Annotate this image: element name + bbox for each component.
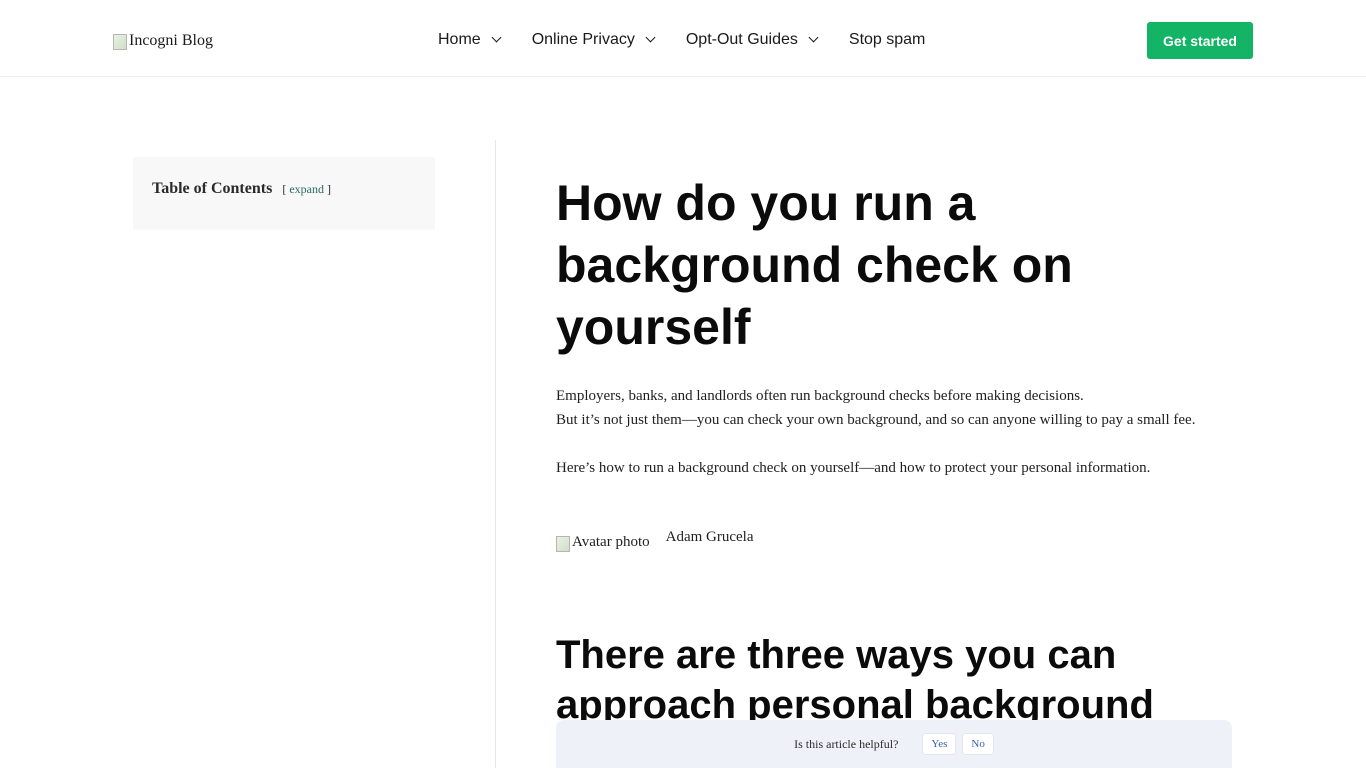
nav-item-label: Online Privacy [531, 31, 635, 48]
logo-alt-text: Incogni Blog [129, 32, 213, 49]
main-nav: Home Online Privacy Opt-Out Guides Stop … [438, 29, 925, 51]
intro-paragraph-1: Employers, banks, and landlords often ru… [556, 384, 1226, 432]
site-logo[interactable]: Incogni Blog [113, 32, 213, 50]
author-byline: Avatar photo Adam Grucela [556, 529, 754, 552]
toc-expand-link[interactable]: expand [289, 182, 324, 196]
article-title: How do you run a background check on you… [556, 175, 1073, 355]
chevron-down-icon [491, 32, 502, 42]
intro-line-2: But it’s not just them—you can check you… [556, 412, 1196, 428]
feedback-bar: Is this article helpful? Yes No [556, 720, 1232, 768]
section-heading: There are three ways you can approach pe… [556, 633, 1154, 727]
nav-item-label: Stop spam [848, 31, 926, 48]
site-header: Incogni Blog Home Online Privacy Opt-Out… [0, 0, 1366, 77]
broken-image-icon [556, 535, 570, 552]
nav-item-opt-out-guides[interactable]: Opt-Out Guides [685, 29, 819, 51]
article-intro: Employers, banks, and landlords often ru… [556, 384, 1226, 480]
nav-item-home[interactable]: Home [438, 29, 502, 51]
nav-item-label: Opt-Out Guides [685, 31, 798, 48]
column-divider [495, 140, 496, 768]
chevron-down-icon [808, 32, 819, 42]
toc-bracket-open: [ [282, 182, 287, 196]
feedback-yes-button[interactable]: Yes [922, 733, 957, 755]
toc-expand-wrapper: [ expand ] [282, 182, 331, 196]
nav-item-online-privacy[interactable]: Online Privacy [531, 29, 656, 51]
toc-title: Table of Contents [152, 180, 273, 197]
nav-item-stop-spam[interactable]: Stop spam [849, 29, 925, 51]
table-of-contents: Table of Contents [ expand ] [133, 157, 435, 230]
chevron-down-icon [645, 32, 656, 42]
feedback-no-button[interactable]: No [962, 733, 994, 755]
avatar-alt-text: Avatar photo [572, 534, 650, 550]
feedback-question: Is this article helpful? [794, 736, 899, 751]
author-name[interactable]: Adam Grucela [666, 529, 754, 546]
broken-image-icon [113, 34, 127, 50]
intro-line-1: Employers, banks, and landlords often ru… [556, 388, 1084, 404]
nav-item-label: Home [438, 31, 481, 48]
toc-bracket-close: ] [326, 182, 331, 196]
get-started-button[interactable]: Get started [1147, 22, 1253, 59]
intro-paragraph-2: Here’s how to run a background check on … [556, 460, 1151, 476]
avatar[interactable]: Avatar photo [556, 534, 650, 552]
